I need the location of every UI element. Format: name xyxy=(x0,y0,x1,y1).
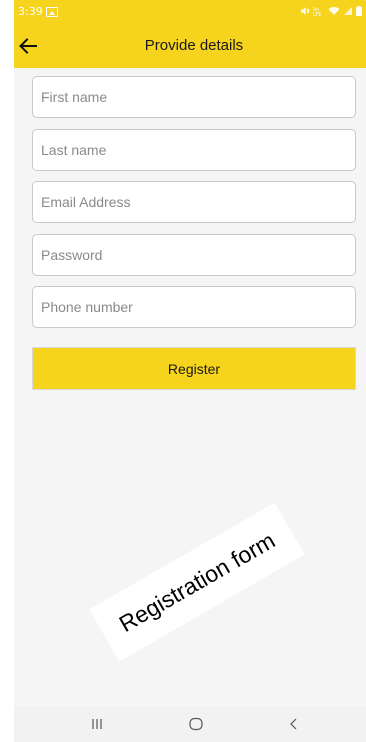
status-bar: 3:39 Vo LTE xyxy=(14,0,366,24)
page-title: Provide details xyxy=(144,37,244,54)
system-back-button[interactable] xyxy=(280,712,308,736)
home-icon xyxy=(189,717,203,731)
gallery-icon xyxy=(46,7,58,17)
last-name-field[interactable] xyxy=(32,129,356,171)
phone-screen: 3:39 Vo LTE Provide details First name L… xyxy=(14,0,366,742)
first-name-field[interactable] xyxy=(32,76,356,118)
recent-apps-icon xyxy=(92,719,102,729)
back-icon xyxy=(290,718,297,730)
recent-apps-button[interactable] xyxy=(83,712,111,736)
svg-text:LTE: LTE xyxy=(313,12,321,16)
app-bar: Provide details xyxy=(14,24,366,68)
mute-icon xyxy=(301,7,310,15)
password-field[interactable] xyxy=(32,234,356,276)
status-icons: Vo LTE xyxy=(300,4,362,18)
home-button[interactable] xyxy=(182,712,210,736)
wifi-icon xyxy=(328,7,340,15)
caption-label: Registration form xyxy=(89,502,305,662)
battery-icon xyxy=(356,6,362,16)
register-button[interactable]: Register xyxy=(32,347,356,390)
signal-icon xyxy=(344,7,352,15)
phone-number-field[interactable] xyxy=(32,286,356,328)
status-time: 3:39 xyxy=(18,5,43,18)
email-field[interactable] xyxy=(32,181,356,223)
caption-text: Registration form xyxy=(114,526,280,637)
navigation-bar xyxy=(14,706,366,742)
volte-icon: Vo LTE xyxy=(313,7,321,16)
